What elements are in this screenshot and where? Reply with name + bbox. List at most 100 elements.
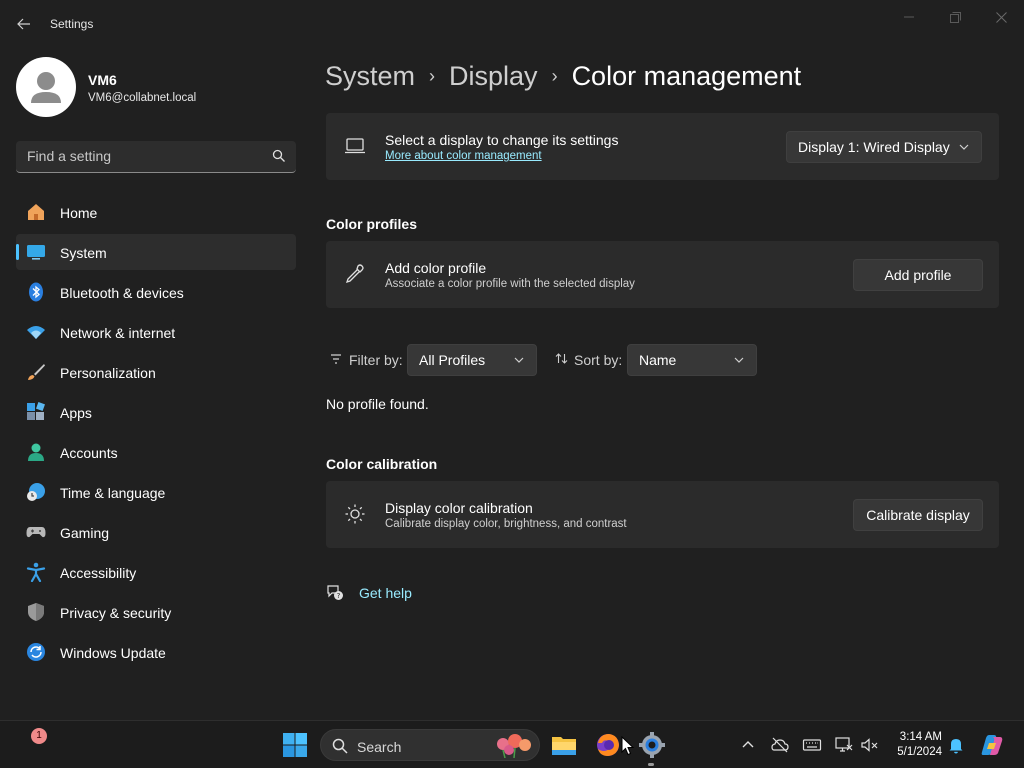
firefox-icon[interactable] xyxy=(594,731,622,759)
user-silhouette-icon xyxy=(31,72,61,103)
sidebar-item-personalization[interactable]: Personalization xyxy=(16,354,296,390)
search-icon[interactable] xyxy=(272,149,286,163)
sidebar-item-accounts[interactable]: Accounts xyxy=(16,434,296,470)
sort-dropdown[interactable]: Name xyxy=(627,344,757,376)
sort-dropdown-value: Name xyxy=(639,352,677,368)
display-dropdown-value: Display 1: Wired Display xyxy=(798,139,950,155)
restore-icon xyxy=(949,11,961,23)
display-select-card: Select a display to change its settings … xyxy=(326,113,999,180)
breadcrumb: System › Display › Color management xyxy=(325,58,801,94)
volume-muted-icon[interactable] xyxy=(860,735,880,755)
calibrate-display-button[interactable]: Calibrate display xyxy=(853,499,983,531)
calibration-subtitle: Calibrate display color, brightness, and… xyxy=(385,518,627,530)
filter-dropdown[interactable]: All Profiles xyxy=(407,344,537,376)
taskbar-search-label: Search xyxy=(357,739,402,755)
chevron-up-icon[interactable] xyxy=(738,735,758,755)
chevron-down-icon xyxy=(734,357,744,363)
settings-gear-icon[interactable] xyxy=(638,731,666,759)
filter-label: Filter by: xyxy=(349,352,403,368)
accessibility-icon xyxy=(26,562,46,582)
file-explorer-icon[interactable] xyxy=(550,731,578,759)
gamepad-icon xyxy=(26,527,46,538)
color-calibration-card: Display color calibration Calibrate disp… xyxy=(326,481,999,548)
clock-globe-icon xyxy=(27,483,45,501)
sidebar-item-network[interactable]: Network & internet xyxy=(16,314,296,350)
sidebar-item-time-language[interactable]: Time & language xyxy=(16,474,296,510)
sidebar-item-bluetooth[interactable]: Bluetooth & devices xyxy=(16,274,296,310)
search-input[interactable] xyxy=(16,141,266,171)
display-dropdown[interactable]: Display 1: Wired Display xyxy=(786,131,982,163)
breadcrumb-display[interactable]: Display xyxy=(449,61,538,92)
empty-state-text: No profile found. xyxy=(326,396,429,412)
sidebar-item-label: Network & internet xyxy=(60,325,176,341)
sidebar-item-label: Bluetooth & devices xyxy=(60,285,184,301)
apps-icon xyxy=(27,402,45,420)
add-profile-button[interactable]: Add profile xyxy=(853,259,983,291)
sidebar-item-apps[interactable]: Apps xyxy=(16,394,296,430)
system-icon xyxy=(27,245,45,260)
bell-icon[interactable] xyxy=(946,735,966,755)
sidebar-item-accessibility[interactable]: Accessibility xyxy=(16,554,296,590)
laptop-icon xyxy=(345,138,365,154)
user-name: VM6 xyxy=(88,72,117,88)
add-color-profile-title: Add color profile xyxy=(385,260,487,276)
breadcrumb-system[interactable]: System xyxy=(325,61,415,92)
chevron-down-icon xyxy=(514,357,524,363)
sidebar-item-system[interactable]: System xyxy=(16,234,296,270)
sidebar-item-label: Windows Update xyxy=(60,645,166,661)
bluetooth-icon xyxy=(29,282,43,302)
filter-dropdown-value: All Profiles xyxy=(419,352,486,368)
color-management-link[interactable]: More about color management xyxy=(385,150,542,162)
clock-time: 3:14 AM xyxy=(899,731,942,743)
search-icon xyxy=(332,738,348,754)
windows-start-icon[interactable] xyxy=(283,733,307,757)
close-icon xyxy=(995,11,1007,23)
color-calibration-heading: Color calibration xyxy=(326,456,438,472)
home-icon xyxy=(28,204,44,220)
title-bar: Settings xyxy=(0,0,1024,48)
active-app-indicator xyxy=(648,763,654,766)
notification-badge[interactable]: 1 xyxy=(31,728,47,744)
chevron-right-icon: › xyxy=(429,65,436,86)
sidebar-item-label: Privacy & security xyxy=(60,605,172,621)
keyboard-icon[interactable] xyxy=(802,735,822,755)
sidebar-item-label: Accounts xyxy=(60,445,118,461)
shield-icon xyxy=(28,603,44,621)
cloud-offline-icon[interactable] xyxy=(770,735,790,755)
get-help-label: Get help xyxy=(359,585,412,601)
calibration-title: Display color calibration xyxy=(385,500,533,516)
sidebar-item-label: Accessibility xyxy=(60,565,137,581)
mouse-cursor-icon xyxy=(621,736,635,756)
wifi-icon xyxy=(27,326,45,339)
window-title: Settings xyxy=(50,17,94,31)
sidebar-item-label: Home xyxy=(60,205,98,221)
user-email: VM6@collabnet.local xyxy=(88,92,197,104)
copilot-pre-icon[interactable] xyxy=(980,733,1004,757)
sidebar-item-gaming[interactable]: Gaming xyxy=(16,514,296,550)
help-chat-icon: ? xyxy=(327,585,343,600)
brush-icon xyxy=(28,364,45,380)
user-profile[interactable]: VM6 VM6@collabnet.local xyxy=(16,57,286,117)
minimize-button[interactable] xyxy=(886,6,932,28)
update-icon xyxy=(27,643,45,661)
sidebar-item-label: Gaming xyxy=(60,525,110,541)
taskbar-search[interactable]: Search xyxy=(320,729,540,761)
accounts-icon xyxy=(28,443,44,461)
sidebar-item-home[interactable]: Home xyxy=(16,194,296,230)
sidebar-item-label: Time & language xyxy=(60,485,166,501)
sidebar-item-privacy[interactable]: Privacy & security xyxy=(16,594,296,630)
network-monitor-icon[interactable] xyxy=(834,735,854,755)
close-button[interactable] xyxy=(978,6,1024,28)
maximize-button[interactable] xyxy=(932,6,978,28)
sort-icon xyxy=(555,353,568,364)
setting-search[interactable] xyxy=(16,141,296,173)
brightness-icon xyxy=(345,504,365,524)
avatar xyxy=(16,57,76,117)
sidebar-item-windows-update[interactable]: Windows Update xyxy=(16,634,296,670)
taskbar: 1 Search 3:14 AM 5/1/2024 xyxy=(0,720,1024,768)
sidebar-item-label: Apps xyxy=(60,405,92,421)
add-color-profile-subtitle: Associate a color profile with the selec… xyxy=(385,278,635,290)
back-button[interactable] xyxy=(8,10,40,38)
system-clock[interactable]: 3:14 AM 5/1/2024 xyxy=(886,730,942,760)
svg-text:?: ? xyxy=(337,592,341,600)
